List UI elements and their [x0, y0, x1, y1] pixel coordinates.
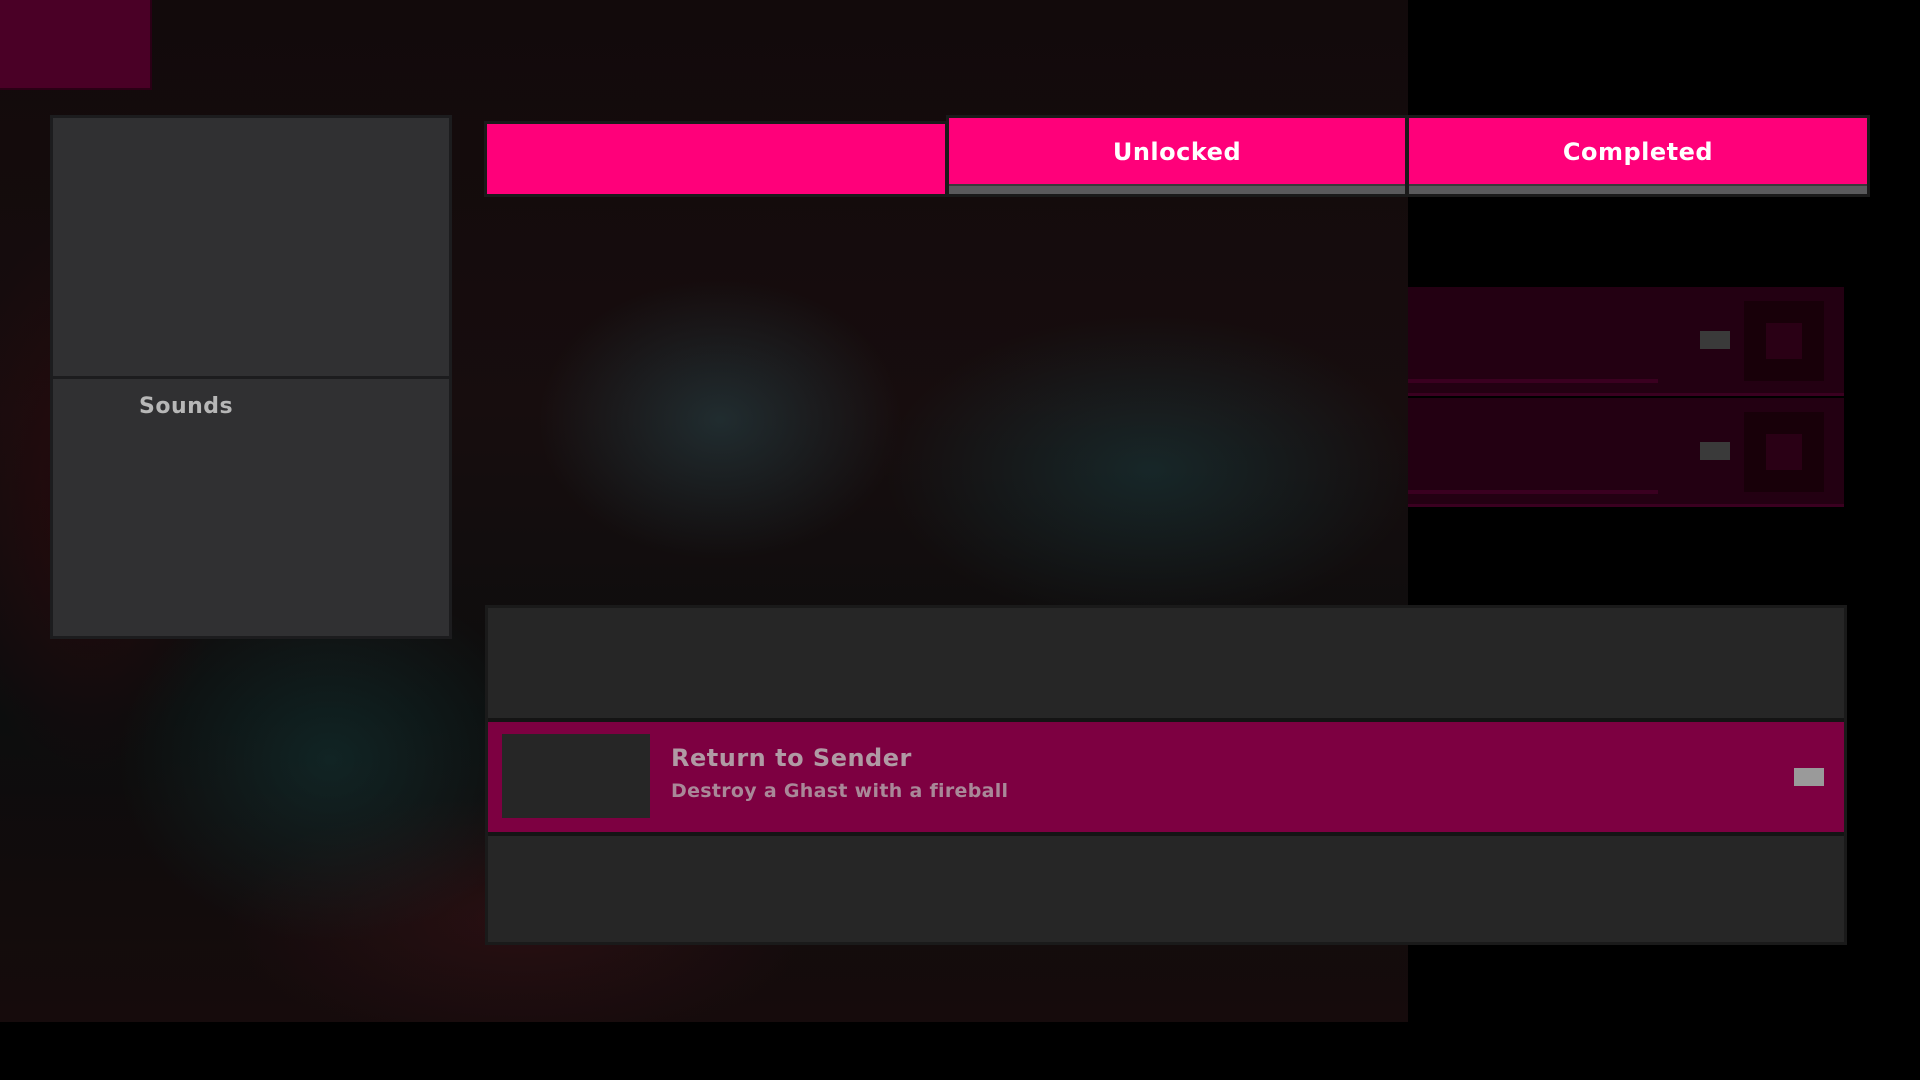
item-slot: [1744, 412, 1824, 492]
tab-blank[interactable]: [484, 121, 948, 197]
panel-divider: [53, 376, 449, 379]
row-separator: [488, 832, 1844, 836]
left-panel-label: Sounds: [139, 394, 234, 419]
progress-bar: [1408, 490, 1658, 494]
achievement-description: Destroy a Ghast with a fireball: [671, 780, 1009, 802]
key-hint: [1700, 442, 1730, 460]
list-item[interactable]: Return to Sender Destroy a Ghast with a …: [488, 722, 1844, 832]
key-hint: [1700, 331, 1730, 349]
tab-unlocked[interactable]: Unlocked: [946, 115, 1408, 197]
progress-bar: [1408, 379, 1658, 383]
tab-label: Unlocked: [1112, 138, 1242, 166]
tab-label: Completed: [1562, 138, 1714, 166]
side-card[interactable]: [1408, 398, 1844, 507]
tab-underline: [1409, 184, 1867, 194]
tab-completed[interactable]: Completed: [1406, 115, 1870, 197]
achievement-icon: [502, 734, 650, 818]
achievement-title: Return to Sender: [671, 744, 912, 772]
item-slot: [1744, 301, 1824, 381]
tab-underline: [949, 184, 1405, 194]
achievement-list: Return to Sender Destroy a Ghast with a …: [485, 605, 1847, 945]
background-bottom-fill: [0, 1022, 1920, 1080]
back-button[interactable]: [0, 0, 152, 90]
side-card[interactable]: [1408, 287, 1844, 396]
left-panel: Sounds: [50, 115, 452, 639]
key-hint: [1794, 768, 1824, 786]
